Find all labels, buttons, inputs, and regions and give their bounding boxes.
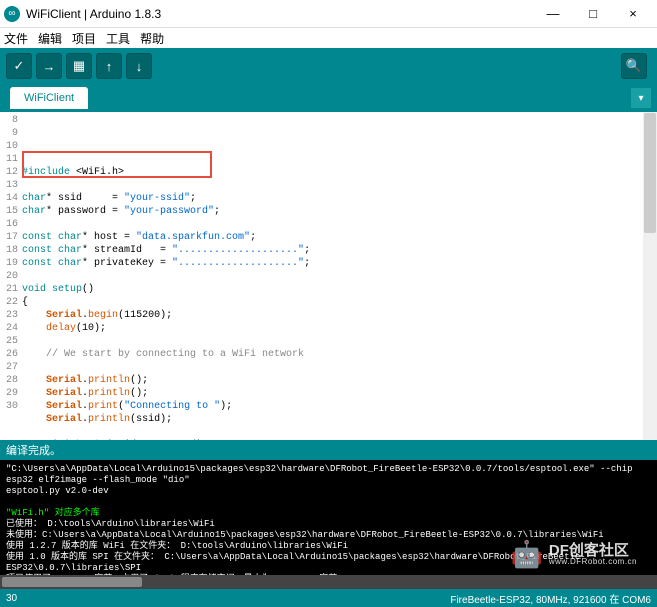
console-output[interactable]: "C:\Users\a\AppData\Local\Arduino15\pack… bbox=[0, 460, 657, 575]
code-line[interactable] bbox=[22, 335, 657, 348]
line-number: 19 bbox=[0, 257, 18, 270]
board-info: FireBeetle-ESP32, 80MHz, 921600 在 COM6 bbox=[450, 591, 651, 606]
code-line[interactable]: const char* privateKey = "..............… bbox=[22, 257, 657, 270]
save-button[interactable]: ↓ bbox=[126, 53, 152, 79]
code-line[interactable]: #include <WiFi.h> bbox=[22, 166, 657, 179]
line-number: 14 bbox=[0, 192, 18, 205]
tabbar: WiFiClient ▾ bbox=[0, 84, 657, 112]
code-line[interactable] bbox=[22, 153, 657, 166]
tab-wificlient[interactable]: WiFiClient bbox=[10, 87, 88, 109]
window-title: WiFiClient | Arduino 1.8.3 bbox=[26, 7, 533, 21]
code-line[interactable]: void setup() bbox=[22, 283, 657, 296]
editor-vertical-scrollbar[interactable] bbox=[643, 112, 657, 440]
window-minimize-button[interactable]: — bbox=[533, 0, 573, 28]
console-line: "WiFi.h" 对应多个库 bbox=[6, 508, 651, 519]
code-line[interactable] bbox=[22, 426, 657, 439]
menu-help[interactable]: 帮助 bbox=[140, 30, 164, 47]
line-number: 23 bbox=[0, 309, 18, 322]
code-line[interactable] bbox=[22, 218, 657, 231]
code-line[interactable]: delay(10); bbox=[22, 322, 657, 335]
line-number: 15 bbox=[0, 205, 18, 218]
status-text: 编译完成。 bbox=[6, 445, 61, 457]
line-number: 17 bbox=[0, 231, 18, 244]
line-gutter: 8910111213141516171819202122232425262728… bbox=[0, 112, 22, 440]
code-line[interactable]: Serial.println(); bbox=[22, 374, 657, 387]
scrollbar-thumb[interactable] bbox=[2, 577, 142, 587]
console-line: 使用 1.2.7 版本的库 WiFi 在文件夹： D:\tools\Arduin… bbox=[6, 541, 651, 552]
line-number: 8 bbox=[0, 114, 18, 127]
window-close-button[interactable]: × bbox=[613, 0, 653, 28]
open-button[interactable]: ↑ bbox=[96, 53, 122, 79]
console-line: esptool.py v2.0-dev bbox=[6, 486, 651, 497]
console-line: "C:\Users\a\AppData\Local\Arduino15\pack… bbox=[6, 464, 651, 486]
menu-tools[interactable]: 工具 bbox=[106, 30, 130, 47]
code-area[interactable]: #include <WiFi.h> char* ssid = "your-ssi… bbox=[22, 112, 657, 440]
console-line: 已使用： D:\tools\Arduino\libraries\WiFi bbox=[6, 519, 651, 530]
code-line[interactable]: { bbox=[22, 296, 657, 309]
code-line[interactable] bbox=[22, 270, 657, 283]
code-line[interactable]: // We start by connecting to a WiFi netw… bbox=[22, 348, 657, 361]
line-number: 28 bbox=[0, 374, 18, 387]
menu-sketch[interactable]: 项目 bbox=[72, 30, 96, 47]
new-button[interactable]: ▦ bbox=[66, 53, 92, 79]
code-line[interactable]: const char* streamId = "................… bbox=[22, 244, 657, 257]
code-line[interactable]: char* password = "your-password"; bbox=[22, 205, 657, 218]
cursor-line: 30 bbox=[6, 593, 17, 604]
serial-monitor-button[interactable]: 🔍 bbox=[621, 53, 647, 79]
code-line[interactable]: Serial.println(ssid); bbox=[22, 413, 657, 426]
code-line[interactable]: WiFi.begin(ssid, password); bbox=[22, 439, 657, 440]
code-line[interactable] bbox=[22, 361, 657, 374]
menubar: 文件 编辑 项目 工具 帮助 bbox=[0, 28, 657, 48]
line-number: 12 bbox=[0, 166, 18, 179]
code-line[interactable]: Serial.print("Connecting to "); bbox=[22, 400, 657, 413]
line-number: 21 bbox=[0, 283, 18, 296]
arduino-icon bbox=[4, 6, 20, 22]
console-line bbox=[6, 497, 651, 508]
line-number: 18 bbox=[0, 244, 18, 257]
line-number: 24 bbox=[0, 322, 18, 335]
footer-bar: 30 FireBeetle-ESP32, 80MHz, 921600 在 COM… bbox=[0, 589, 657, 607]
code-line[interactable]: const char* host = "data.sparkfun.com"; bbox=[22, 231, 657, 244]
line-number: 20 bbox=[0, 270, 18, 283]
titlebar: WiFiClient | Arduino 1.8.3 — □ × bbox=[0, 0, 657, 28]
console-line: 使用 1.0 版本的库 SPI 在文件夹： C:\Users\a\AppData… bbox=[6, 552, 651, 574]
line-number: 9 bbox=[0, 127, 18, 140]
menu-file[interactable]: 文件 bbox=[4, 30, 28, 47]
code-line[interactable]: Serial.begin(115200); bbox=[22, 309, 657, 322]
status-bar: 编译完成。 bbox=[0, 440, 657, 460]
line-number: 27 bbox=[0, 361, 18, 374]
line-number: 13 bbox=[0, 179, 18, 192]
console-horizontal-scrollbar[interactable] bbox=[0, 575, 657, 589]
line-number: 11 bbox=[0, 153, 18, 166]
code-editor[interactable]: 8910111213141516171819202122232425262728… bbox=[0, 112, 657, 440]
console-line: 未使用：C:\Users\a\AppData\Local\Arduino15\p… bbox=[6, 530, 651, 541]
line-number: 10 bbox=[0, 140, 18, 153]
code-line[interactable]: char* ssid = "your-ssid"; bbox=[22, 192, 657, 205]
line-number: 26 bbox=[0, 348, 18, 361]
menu-edit[interactable]: 编辑 bbox=[38, 30, 62, 47]
tab-menu-button[interactable]: ▾ bbox=[631, 88, 651, 108]
upload-button[interactable]: → bbox=[36, 53, 62, 79]
line-number: 22 bbox=[0, 296, 18, 309]
line-number: 25 bbox=[0, 335, 18, 348]
code-line[interactable]: Serial.println(); bbox=[22, 387, 657, 400]
toolbar: ✓ → ▦ ↑ ↓ 🔍 bbox=[0, 48, 657, 84]
code-line[interactable] bbox=[22, 179, 657, 192]
line-number: 29 bbox=[0, 387, 18, 400]
window-maximize-button[interactable]: □ bbox=[573, 0, 613, 28]
line-number: 16 bbox=[0, 218, 18, 231]
line-number: 30 bbox=[0, 400, 18, 413]
scrollbar-thumb[interactable] bbox=[644, 113, 656, 233]
verify-button[interactable]: ✓ bbox=[6, 53, 32, 79]
